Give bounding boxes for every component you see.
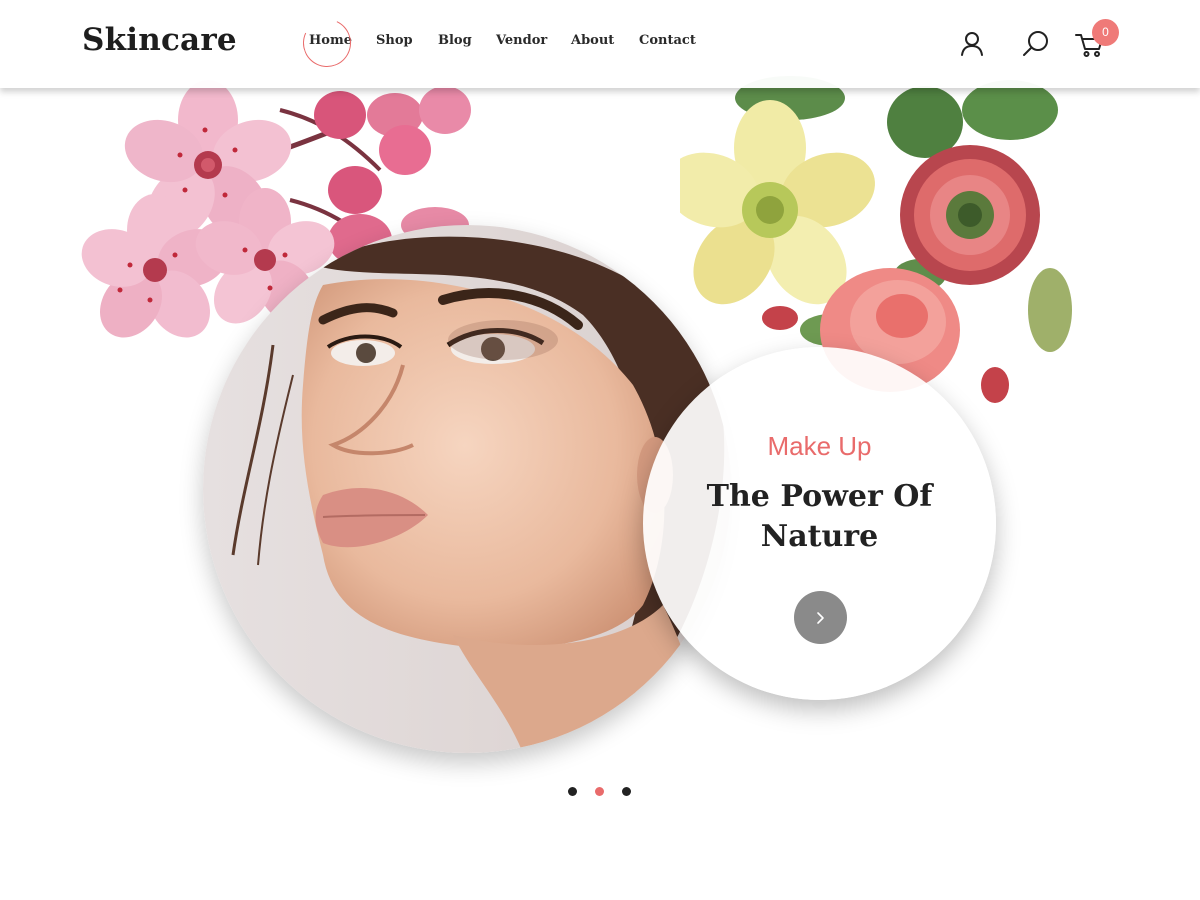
nav-about[interactable]: About — [571, 33, 614, 48]
hero-title: The Power Of Nature — [706, 479, 933, 554]
slider-dot-2[interactable] — [595, 787, 604, 796]
site-logo[interactable]: Skincare — [82, 22, 237, 58]
nav-shop[interactable]: Shop — [376, 33, 413, 48]
nav-blog[interactable]: Blog — [438, 33, 472, 48]
site-header: Skincare Home Shop Blog Vendor About Con… — [0, 0, 1200, 88]
cart-count-badge: 0 — [1092, 19, 1119, 46]
slider-dot-3[interactable] — [622, 787, 631, 796]
nav-home[interactable]: Home — [309, 33, 352, 48]
hero-subtitle: Make Up — [767, 431, 872, 461]
nav-contact[interactable]: Contact — [639, 33, 696, 48]
nav-vendor[interactable]: Vendor — [496, 33, 547, 48]
hero-text-card: Make Up The Power Of Nature — [643, 347, 996, 700]
search-icon[interactable] — [1020, 28, 1052, 60]
user-icon[interactable] — [956, 28, 988, 60]
hero-next-button[interactable] — [794, 591, 847, 644]
slider-dot-1[interactable] — [568, 787, 577, 796]
page: Skincare Home Shop Blog Vendor About Con… — [0, 0, 1200, 900]
chevron-right-icon — [817, 612, 824, 624]
